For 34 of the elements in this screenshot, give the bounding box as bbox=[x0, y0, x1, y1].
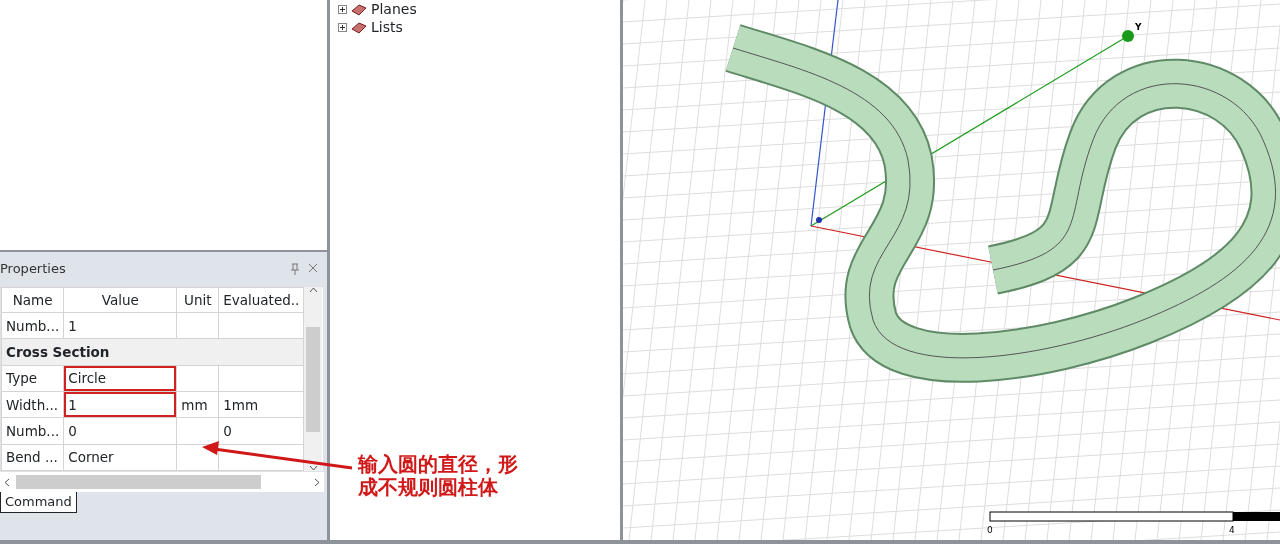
table-cell: Width... bbox=[1, 391, 64, 418]
column-header[interactable]: Value bbox=[63, 287, 177, 313]
scroll-right-icon[interactable] bbox=[314, 477, 320, 487]
table-cell: Numb... bbox=[1, 417, 64, 445]
command-tab[interactable]: Command bbox=[0, 492, 77, 513]
annotation-text: 输入圆的直径，形成不规则圆柱体 bbox=[358, 453, 519, 499]
scroll-left-icon[interactable] bbox=[4, 477, 10, 487]
scale-label: 0 bbox=[987, 525, 993, 535]
panel-title: Properties bbox=[0, 260, 66, 279]
table-cell[interactable]: Corner bbox=[63, 444, 177, 471]
table-cell: mm bbox=[176, 391, 219, 418]
horizontal-scrollbar[interactable] bbox=[0, 472, 324, 492]
scroll-up-icon[interactable] bbox=[308, 287, 318, 293]
3d-viewport[interactable]: Y 0 4 bbox=[623, 0, 1280, 540]
table-cell: Bend ... bbox=[1, 444, 64, 471]
column-header[interactable]: Name bbox=[1, 287, 64, 313]
column-header[interactable]: Evaluated.. bbox=[218, 287, 304, 313]
scale-label: 4 bbox=[1229, 525, 1235, 535]
table-cell[interactable]: 0 bbox=[63, 417, 177, 445]
vertical-scrollbar[interactable] bbox=[304, 287, 323, 471]
table-cell[interactable]: Circle bbox=[63, 365, 177, 392]
table-cell[interactable]: 1 bbox=[63, 312, 177, 339]
table-cell: 0 bbox=[218, 417, 304, 445]
column-header[interactable]: Unit bbox=[176, 287, 219, 313]
expander-icon[interactable] bbox=[338, 22, 347, 32]
table-cell: Numb... bbox=[1, 312, 64, 339]
section-header: Cross Section bbox=[1, 338, 304, 366]
table-cell[interactable]: 1 bbox=[63, 391, 177, 418]
close-icon[interactable] bbox=[308, 263, 318, 273]
table-cell: Type bbox=[1, 365, 64, 392]
expander-icon[interactable] bbox=[338, 4, 347, 14]
axis-label: Y bbox=[1135, 22, 1142, 32]
table-cell: 1mm bbox=[218, 391, 304, 418]
scroll-down-icon[interactable] bbox=[308, 465, 318, 471]
